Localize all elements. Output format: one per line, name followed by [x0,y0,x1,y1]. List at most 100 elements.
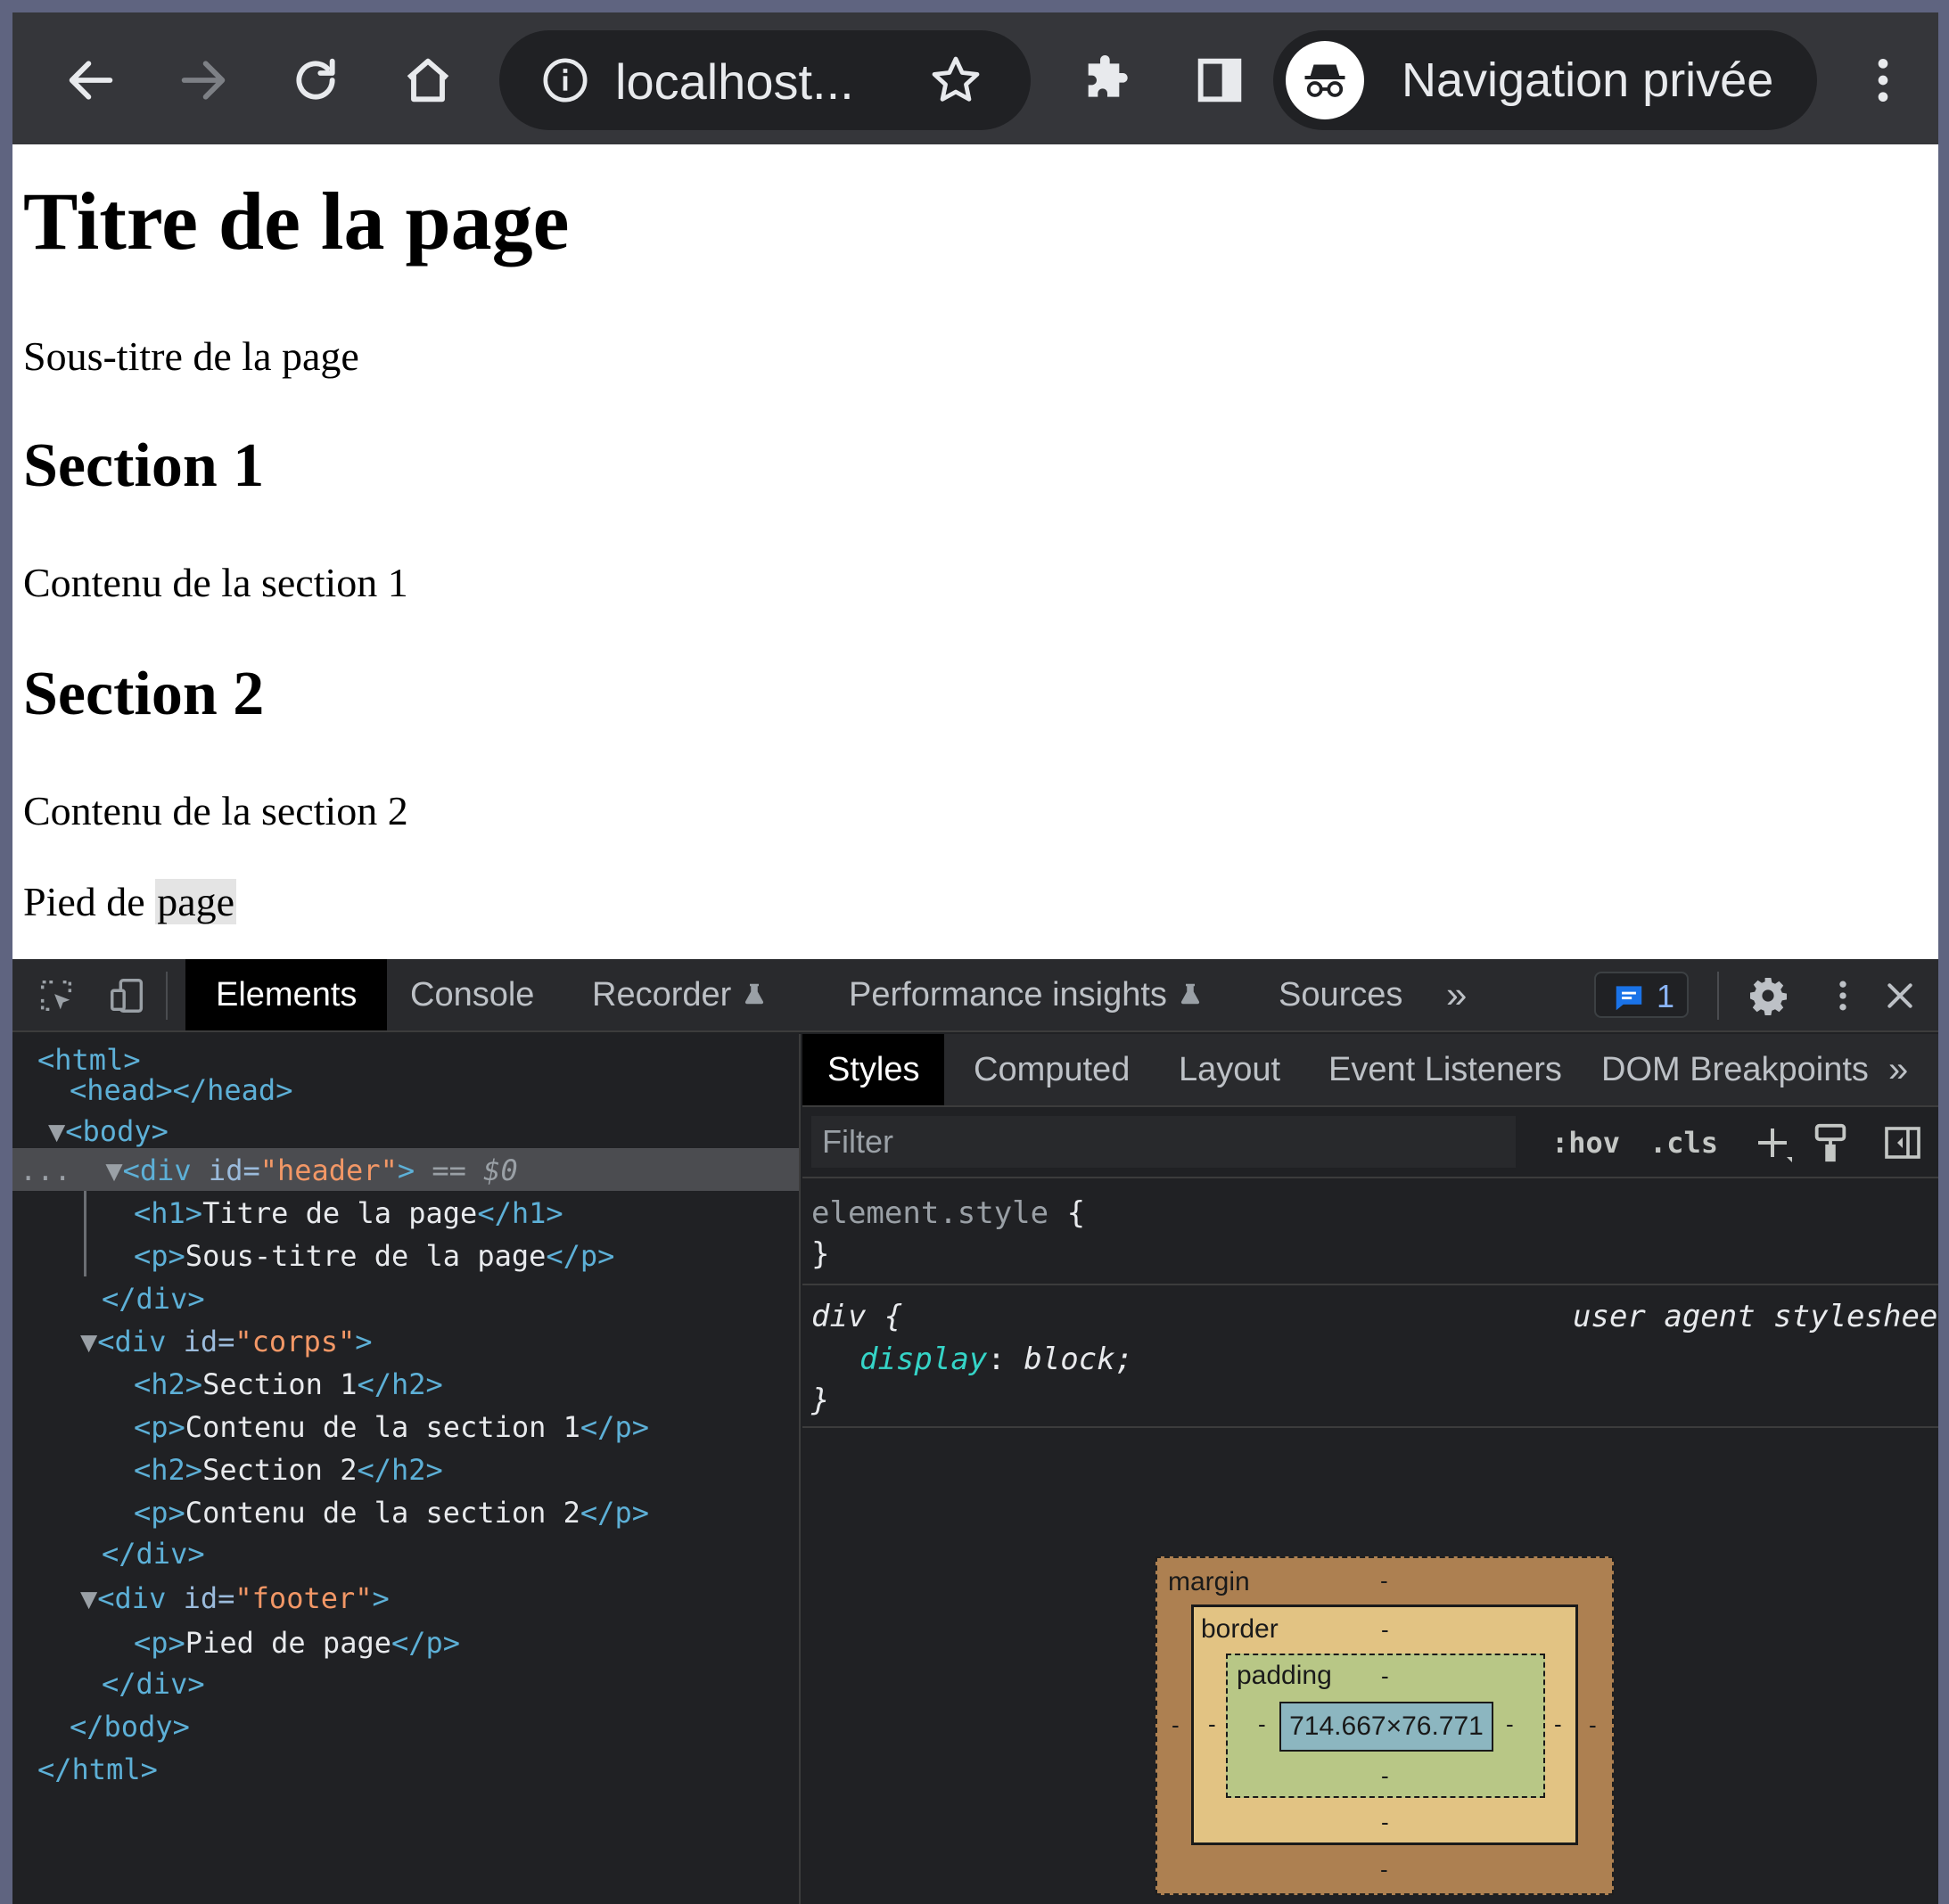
paint-icon[interactable] [1810,1120,1851,1166]
chat-icon [1616,986,1642,1011]
hov-toggle[interactable]: :hov [1551,1118,1620,1168]
page-viewport: Titre de la page Sous-titre de la page S… [12,144,1938,959]
sidebar-toggle-icon[interactable] [1881,1121,1924,1164]
incognito-avatar [1286,41,1364,119]
dom-node-footer-close[interactable]: </div> [102,1663,205,1704]
border-left: - [1208,1711,1216,1737]
tab-styles[interactable]: Styles [802,1034,945,1105]
extensions-button[interactable] [1065,37,1150,123]
extensions-icon [1088,55,1128,97]
dom-node-head[interactable]: <head></head> [70,1070,292,1111]
dom-node-h2-section2[interactable]: <h2>Section 2</h2> [134,1449,443,1490]
user-agent-label: user agent stylesheet [1573,1299,1938,1334]
dom-node-corps[interactable]: ▼<div id="corps"> [80,1321,373,1362]
cls-toggle[interactable]: .cls [1649,1118,1718,1168]
dom-node-h2-section1[interactable]: <h2>Section 1</h2> [134,1364,443,1405]
more-style-tabs-button[interactable]: » [1888,1034,1908,1105]
box-model-content-size[interactable]: 714.667×76.771 [1279,1702,1493,1752]
dom-node-body-close[interactable]: </body> [70,1706,190,1747]
dom-node-p-section1[interactable]: <p>Contenu de la section 1</p> [134,1407,649,1448]
star-icon[interactable] [927,52,984,109]
section-2-text: Contenu de la section 2 [23,788,408,833]
flask-icon [744,983,763,1005]
incognito-icon [1304,64,1345,97]
styles-tabbar: Styles Computed Layout Event Listeners D… [802,1034,1938,1107]
devtools-panel: Elements Console Recorder Performance in… [12,959,1938,1904]
styles-pane: Styles Computed Layout Event Listeners D… [802,1034,1938,1904]
border-top: - [1381,1616,1389,1643]
kebab-menu-icon [1839,981,1846,1011]
forward-arrow-icon [181,61,226,100]
selected-marker: == $0 [432,1153,518,1187]
issues-badge[interactable]: 1 [1594,972,1689,1018]
dom-node-p-footer[interactable]: <p>Pied de page</p> [134,1622,460,1663]
section-2-title: Section 2 [23,660,265,728]
border-label: border [1201,1614,1279,1644]
tab-recorder[interactable]: Recorder [592,959,768,1030]
tab-dom-breakpoints[interactable]: DOM Breakpoints [1601,1034,1869,1105]
incognito-label: Navigation privée [1402,53,1774,107]
display-declaration[interactable]: display: block; [859,1339,1133,1380]
box-model-padding[interactable]: padding - - - - 714.667×76.771 [1226,1654,1545,1798]
margin-label: margin [1168,1567,1250,1596]
element-style-close: } [811,1236,830,1272]
more-tabs-button[interactable]: » [1446,959,1467,1030]
url-text[interactable]: localhost... [615,57,854,107]
element-style-rule[interactable]: element.style { [811,1193,1085,1234]
tab-recorder-label: Recorder [592,976,732,1014]
inspect-button[interactable] [30,970,82,1022]
filter-toolbar: :hov .cls [802,1107,1938,1178]
tab-performance-insights[interactable]: Performance insights [849,959,1204,1030]
close-devtools-button[interactable] [1874,970,1926,1022]
dom-node-p-section2[interactable]: <p>Contenu de la section 2</p> [134,1492,649,1533]
tab-elements[interactable]: Elements [185,959,388,1030]
dom-node-body[interactable]: ▼<body> [48,1111,169,1152]
tab-computed[interactable]: Computed [974,1034,1130,1105]
home-button[interactable] [385,37,471,123]
border-bottom: - [1381,1809,1389,1835]
tab-sources[interactable]: Sources [1279,959,1402,1030]
box-model-border[interactable]: border - - - - padding - - - - 714.667×7… [1191,1604,1578,1845]
devtools-menu-button[interactable] [1817,970,1869,1022]
border-right: - [1554,1711,1562,1737]
box-model-margin[interactable]: margin - - - - border - - - - padding - … [1155,1556,1614,1895]
dom-node-html-close[interactable]: </html> [37,1749,158,1790]
device-toolbar-button[interactable] [102,970,153,1022]
margin-left: - [1172,1711,1180,1738]
new-rule-icon[interactable] [1751,1121,1794,1168]
info-icon[interactable] [540,55,590,105]
dom-node-p-subtitle[interactable]: <p>Sous-titre de la page</p> [134,1235,614,1276]
forward-button[interactable] [160,37,246,123]
page-subtitle: Sous-titre de la page [23,333,359,379]
page-title: Titre de la page [23,176,570,267]
device-toolbar-icon [111,979,144,1013]
padding-bottom: - [1381,1762,1389,1789]
back-button[interactable] [48,37,134,123]
div-rule-selector[interactable]: div { [811,1296,902,1337]
devtools-tabbar: Elements Console Recorder Performance in… [12,959,1938,1032]
reload-button[interactable] [273,37,358,123]
gear-icon [1750,978,1787,1015]
dom-node-corps-close[interactable]: </div> [102,1533,205,1574]
dom-node-h1[interactable]: <h1>Titre de la page</h1> [134,1193,563,1234]
side-panel-button[interactable] [1177,37,1262,123]
dom-node-header[interactable]: ... ▼<div id="header"> == $0 [20,1150,518,1191]
tab-layout[interactable]: Layout [1179,1034,1280,1105]
dom-node-header-close[interactable]: </div> [102,1278,205,1319]
footer-text: Pied de [23,879,156,924]
margin-bottom: - [1380,1856,1388,1883]
dom-node-footer[interactable]: ▼<div id="footer"> [80,1578,390,1619]
styles-filter-input[interactable] [811,1116,1516,1168]
padding-left: - [1258,1711,1266,1737]
margin-right: - [1589,1711,1597,1738]
padding-label: padding [1237,1661,1332,1690]
address-bar[interactable]: localhost... [499,30,1031,130]
settings-button[interactable] [1742,970,1794,1022]
tab-console[interactable]: Console [410,959,534,1030]
home-icon [407,58,449,103]
tab-event-listeners[interactable]: Event Listeners [1328,1034,1562,1105]
flask-icon [1180,983,1199,1005]
incognito-badge[interactable]: Navigation privée [1273,30,1817,130]
node-ellipsis: ... [20,1153,71,1187]
browser-menu-button[interactable] [1840,37,1926,123]
